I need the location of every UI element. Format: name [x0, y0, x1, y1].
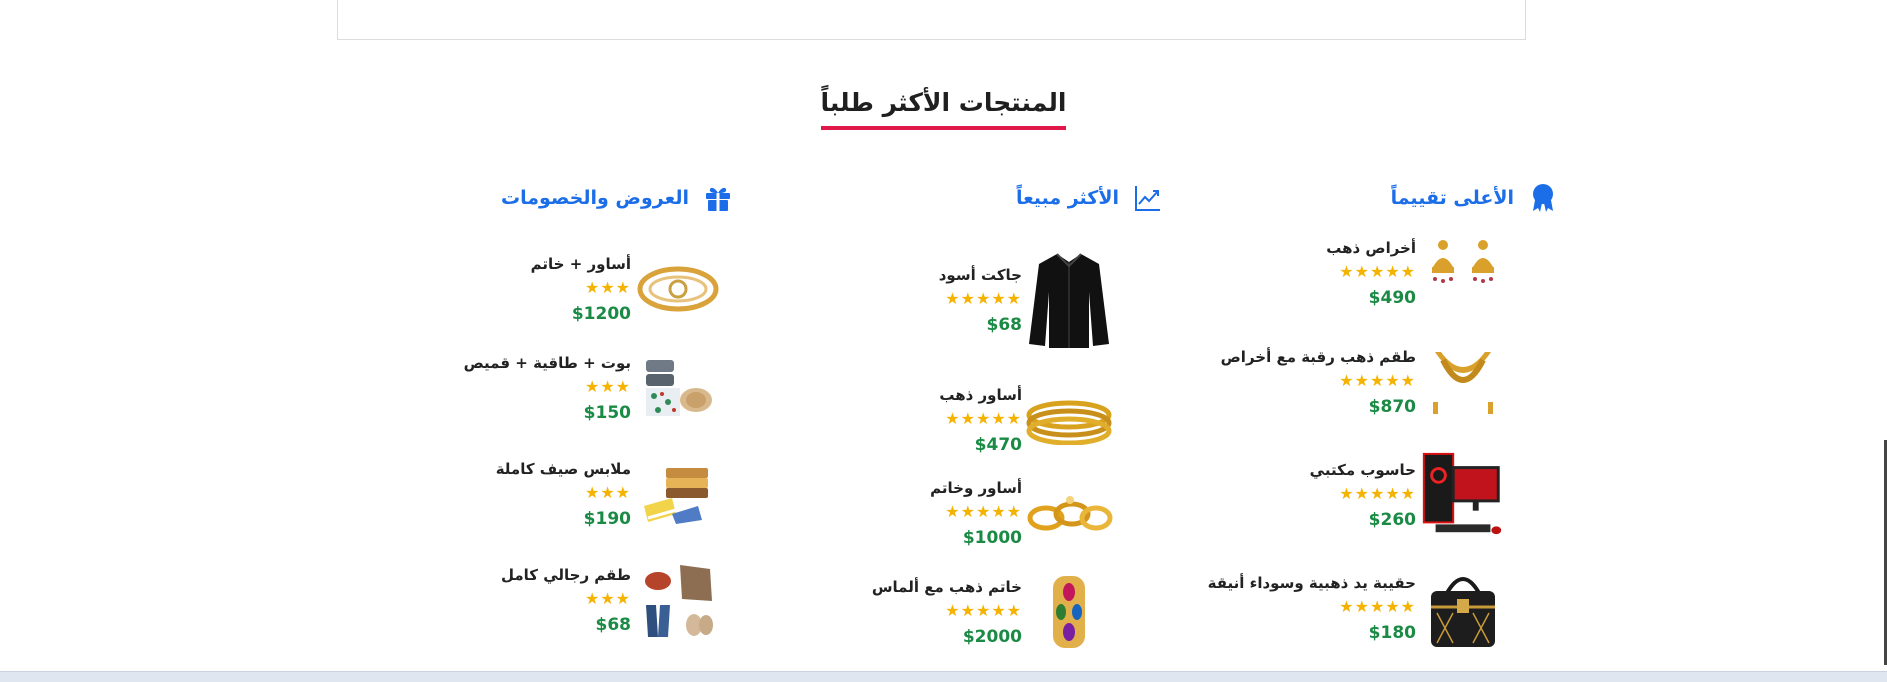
product-card[interactable]: طقم ذهب رقبة مع أخراص ★★★★★ $870	[1203, 339, 1510, 425]
product-image-mens-outfit[interactable]	[631, 557, 725, 643]
product-name[interactable]: حقيبة يد ذهبية وسوداء أنيقة	[1208, 573, 1416, 593]
product-name[interactable]: طقم ذهب رقبة مع أخراص	[1221, 347, 1416, 367]
product-image-gold-bangles[interactable]	[1022, 377, 1116, 463]
product-price: $1000	[962, 528, 1022, 548]
product-info: أساور + خاتم ★★★ $1200	[531, 254, 631, 324]
top-rated-header[interactable]: الأعلى تقييماً	[1258, 180, 1558, 216]
rating-stars: ★★★★★	[1339, 371, 1416, 390]
product-name[interactable]: ملابس صيف كاملة	[496, 459, 631, 479]
product-card[interactable]: أخراص ذهب ★★★★★ $490	[1308, 230, 1510, 316]
product-name[interactable]: طقم رجالي كامل	[501, 565, 631, 585]
product-price: $190	[583, 509, 631, 529]
rating-stars: ★★★★★	[945, 601, 1022, 620]
rating-stars: ★★★★★	[945, 289, 1022, 308]
product-price: $68	[595, 615, 632, 635]
product-image-black-jacket[interactable]	[1022, 250, 1116, 350]
section-heading: المنتجات الأكثر طلباً	[0, 88, 1887, 130]
product-card[interactable]: بوت + طاقية + قميص ★★★ $150	[446, 345, 725, 431]
product-image-gold-diamond-ring[interactable]	[1022, 569, 1116, 655]
product-image-gold-earrings[interactable]	[1416, 230, 1510, 316]
product-info: خاتم ذهب مع ألماس ★★★★★ $2000	[872, 577, 1022, 647]
rating-stars: ★★★	[584, 483, 631, 502]
product-price: $470	[974, 435, 1022, 455]
award-badge-icon	[1528, 183, 1558, 213]
product-image-gold-necklace-set[interactable]	[1416, 339, 1510, 425]
product-price: $68	[986, 315, 1023, 335]
section-title: المنتجات الأكثر طلباً	[820, 88, 1067, 130]
offers-title: العروض والخصومات	[501, 187, 689, 209]
product-info: أخراص ذهب ★★★★★ $490	[1326, 238, 1416, 308]
offers-column: العروض والخصومات	[433, 180, 733, 216]
offers-header[interactable]: العروض والخصومات	[433, 180, 733, 216]
product-card[interactable]: ملابس صيف كاملة ★★★ $190	[478, 451, 725, 537]
rating-stars: ★★★	[584, 589, 631, 608]
product-name[interactable]: حاسوب مكتبي	[1310, 460, 1416, 480]
product-card[interactable]: جاكت أسود ★★★★★ $68	[921, 250, 1116, 350]
product-info: طقم ذهب رقبة مع أخراص ★★★★★ $870	[1221, 347, 1416, 417]
rating-stars: ★★★	[584, 377, 631, 396]
rating-stars: ★★★★★	[1339, 484, 1416, 503]
product-price: $2000	[962, 627, 1022, 647]
top-rated-column: الأعلى تقييماً	[1258, 180, 1558, 216]
product-info: ملابس صيف كاملة ★★★ $190	[496, 459, 631, 529]
product-image-summer-clothes[interactable]	[631, 451, 725, 537]
product-card[interactable]: حقيبة يد ذهبية وسوداء أنيقة ★★★★★ $180	[1190, 565, 1510, 651]
product-name[interactable]: أساور + خاتم	[531, 254, 631, 274]
product-name[interactable]: أساور وخاتم	[930, 478, 1022, 498]
best-sellers-title: الأكثر مبيعاً	[1015, 187, 1119, 209]
product-name[interactable]: جاكت أسود	[939, 265, 1022, 285]
product-info: حقيبة يد ذهبية وسوداء أنيقة ★★★★★ $180	[1208, 573, 1416, 643]
product-price: $870	[1368, 397, 1416, 417]
product-image-bracelets-and-ring[interactable]	[1022, 470, 1116, 556]
product-price: $150	[583, 403, 631, 423]
top-rated-title: الأعلى تقييماً	[1390, 187, 1514, 209]
product-price: $1200	[571, 304, 631, 324]
product-info: حاسوب مكتبي ★★★★★ $260	[1310, 460, 1416, 530]
product-price: $260	[1368, 510, 1416, 530]
best-sellers-header[interactable]: الأكثر مبيعاً	[863, 180, 1163, 216]
product-card[interactable]: أساور + خاتم ★★★ $1200	[513, 246, 725, 332]
product-price: $180	[1368, 623, 1416, 643]
rating-stars: ★★★★★	[1339, 597, 1416, 616]
product-info: أساور ذهب ★★★★★ $470	[939, 385, 1022, 455]
product-info: جاكت أسود ★★★★★ $68	[939, 265, 1022, 335]
product-name[interactable]: خاتم ذهب مع ألماس	[872, 577, 1022, 597]
product-info: طقم رجالي كامل ★★★ $68	[501, 565, 631, 635]
product-info: بوت + طاقية + قميص ★★★ $150	[464, 353, 631, 423]
product-card[interactable]: خاتم ذهب مع ألماس ★★★★★ $2000	[854, 569, 1116, 655]
product-card[interactable]: حاسوب مكتبي ★★★★★ $260	[1292, 452, 1510, 538]
product-price: $490	[1368, 288, 1416, 308]
product-card[interactable]: أساور ذهب ★★★★★ $470	[921, 377, 1116, 463]
product-image-bracelet-ring-set[interactable]	[631, 246, 725, 332]
product-name[interactable]: أخراص ذهب	[1326, 238, 1416, 258]
rating-stars: ★★★★★	[945, 409, 1022, 428]
taskbar-edge	[0, 671, 1887, 682]
product-card[interactable]: طقم رجالي كامل ★★★ $68	[483, 557, 725, 643]
previous-section-card	[337, 0, 1526, 40]
product-image-boots-hat-shirt[interactable]	[631, 345, 725, 431]
product-name[interactable]: بوت + طاقية + قميص	[464, 353, 631, 373]
rating-stars: ★★★★★	[945, 502, 1022, 521]
best-sellers-column: الأكثر مبيعاً	[863, 180, 1163, 216]
product-image-handbag[interactable]	[1416, 565, 1510, 651]
product-name[interactable]: أساور ذهب	[939, 385, 1022, 405]
trending-up-icon	[1133, 183, 1163, 213]
product-image-desktop-computer[interactable]	[1416, 452, 1510, 538]
gift-icon	[703, 183, 733, 213]
product-info: أساور وخاتم ★★★★★ $1000	[930, 478, 1022, 548]
rating-stars: ★★★	[584, 278, 631, 297]
product-card[interactable]: أساور وخاتم ★★★★★ $1000	[912, 470, 1116, 556]
rating-stars: ★★★★★	[1339, 262, 1416, 281]
